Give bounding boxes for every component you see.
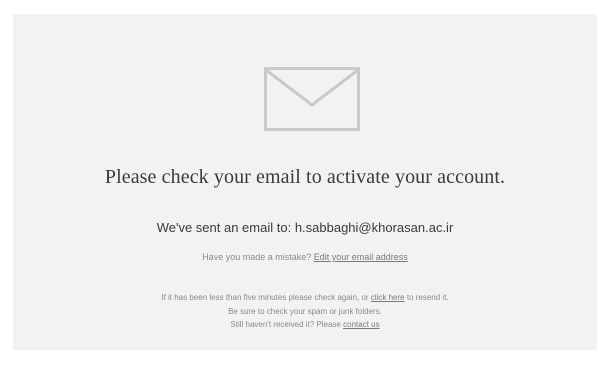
mistake-line: Have you made a mistake? Edit your email…	[13, 252, 597, 262]
resend-line: If it has been less than five minutes pl…	[13, 291, 597, 305]
contact-prefix: Still haven't received it? Please	[230, 320, 341, 329]
mistake-question: Have you made a mistake?	[202, 252, 312, 262]
email-address: h.sabbaghi@khorasan.ac.ir	[294, 220, 454, 235]
resend-suffix: to resend it.	[406, 293, 449, 302]
activation-card: Please check your email to activate your…	[13, 14, 597, 350]
contact-link[interactable]: contact us	[343, 320, 379, 329]
edit-email-link[interactable]: Edit your email address	[314, 252, 408, 262]
resend-prefix: If it has been less than five minutes pl…	[161, 293, 369, 302]
page-title: Please check your email to activate your…	[104, 166, 506, 188]
help-text: If it has been less than five minutes pl…	[13, 291, 597, 332]
contact-line: Still haven't received it? Please contac…	[13, 318, 597, 332]
sent-to-line: We've sent an email to: h.sabbaghi@khora…	[13, 220, 597, 235]
resend-link[interactable]: click here	[371, 293, 405, 302]
envelope-icon	[264, 67, 360, 131]
sent-to-label: We've sent an email to:	[156, 220, 292, 235]
spam-hint: Be sure to check your spam or junk folde…	[228, 306, 382, 316]
